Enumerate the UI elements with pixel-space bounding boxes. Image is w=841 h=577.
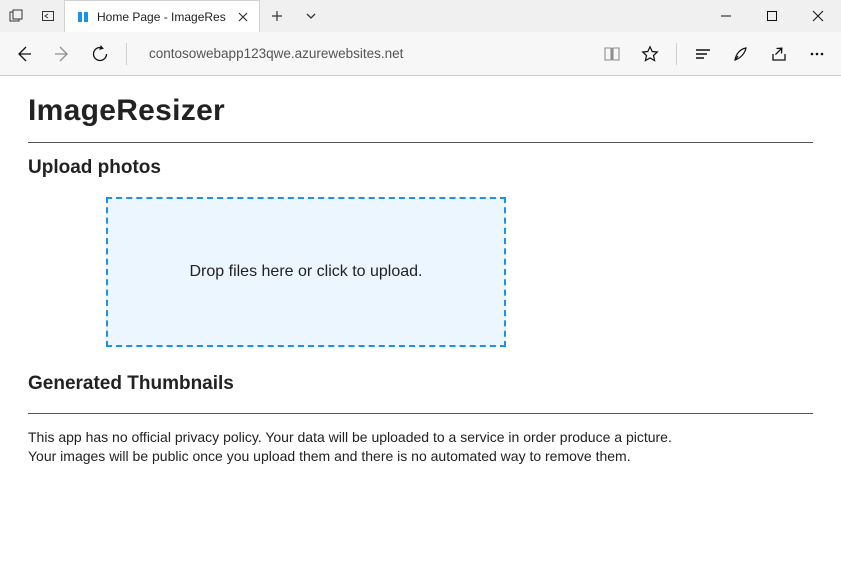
more-button[interactable] (799, 36, 835, 72)
window-titlebar: Home Page - ImageRes (0, 0, 841, 32)
forward-button[interactable] (44, 36, 80, 72)
titlebar-left-controls (0, 0, 64, 32)
tab-title: Home Page - ImageRes (97, 10, 229, 24)
page-title: ImageResizer (28, 94, 813, 128)
page-content: ImageResizer Upload photos Drop files he… (0, 76, 841, 484)
privacy-notice: This app has no official privacy policy.… (28, 428, 813, 466)
favicon-icon (75, 9, 91, 25)
upload-heading: Upload photos (28, 157, 813, 179)
window-controls (703, 0, 841, 32)
tab-strip: Home Page - ImageRes (64, 0, 703, 32)
tab-preview-button[interactable] (294, 0, 328, 32)
privacy-line-1: This app has no official privacy policy.… (28, 428, 813, 447)
share-button[interactable] (761, 36, 797, 72)
maximize-button[interactable] (749, 0, 795, 32)
hub-button[interactable] (685, 36, 721, 72)
thumbnails-heading: Generated Thumbnails (28, 373, 813, 395)
tab-close-button[interactable] (235, 9, 251, 25)
browser-tab[interactable]: Home Page - ImageRes (64, 0, 260, 32)
dropzone-label: Drop files here or click to upload. (190, 263, 423, 281)
back-button[interactable] (6, 36, 42, 72)
notes-button[interactable] (723, 36, 759, 72)
address-bar[interactable]: contosowebapp123qwe.azurewebsites.net (141, 39, 582, 69)
address-text: contosowebapp123qwe.azurewebsites.net (149, 46, 403, 61)
favorite-button[interactable] (632, 36, 668, 72)
toolbar-separator (126, 43, 127, 65)
privacy-line-2: Your images will be public once you uplo… (28, 447, 813, 466)
refresh-button[interactable] (82, 36, 118, 72)
minimize-button[interactable] (703, 0, 749, 32)
new-tab-button[interactable] (260, 0, 294, 32)
close-button[interactable] (795, 0, 841, 32)
tab-actions-button[interactable] (0, 0, 32, 32)
divider (28, 413, 813, 414)
upload-dropzone[interactable]: Drop files here or click to upload. (106, 197, 506, 347)
set-aside-tabs-button[interactable] (32, 0, 64, 32)
browser-toolbar: contosowebapp123qwe.azurewebsites.net (0, 32, 841, 76)
divider (28, 142, 813, 143)
toolbar-separator (676, 43, 677, 65)
reading-view-button[interactable] (594, 36, 630, 72)
